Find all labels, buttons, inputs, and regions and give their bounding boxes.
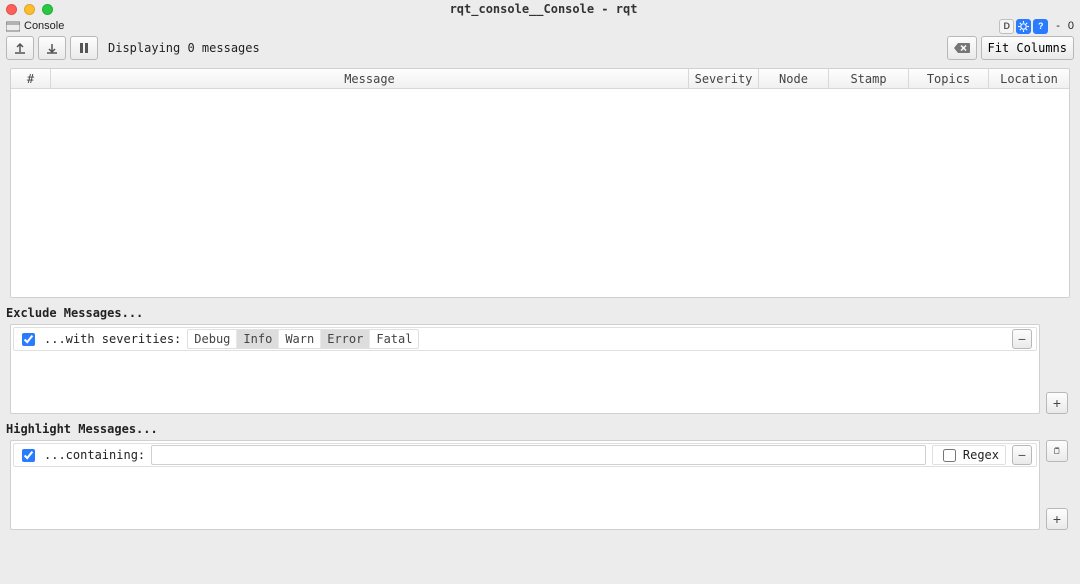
dock-count: 0: [1068, 20, 1074, 32]
severity-chip-group: Debug Info Warn Error Fatal: [187, 329, 419, 349]
message-table: # Message Severity Node Stamp Topics Loc…: [10, 68, 1070, 298]
highlight-containing-label: ...containing:: [44, 448, 145, 462]
pause-button[interactable]: [70, 36, 98, 60]
zoom-window-button[interactable]: [42, 4, 53, 15]
window-title: rqt_console__Console - rqt: [53, 2, 1034, 16]
col-number[interactable]: #: [11, 69, 51, 88]
pause-icon: [78, 42, 90, 54]
console-icon: [6, 19, 20, 33]
exclude-add-button[interactable]: +: [1046, 392, 1068, 414]
toolbar: Displaying 0 messages Fit Columns: [0, 34, 1080, 62]
highlight-containing-row: ...containing: Regex −: [13, 443, 1037, 467]
highlight-panel: ...containing: Regex − +: [10, 440, 1070, 530]
highlight-copy-button[interactable]: [1046, 440, 1068, 462]
exclude-filter-list: ...with severities: Debug Info Warn Erro…: [10, 324, 1040, 414]
dock-header: Console D ? - 0: [0, 18, 1080, 34]
table-body[interactable]: [11, 89, 1069, 297]
dock-title: Console: [24, 20, 64, 32]
table-header: # Message Severity Node Stamp Topics Loc…: [11, 69, 1069, 89]
highlight-section-label: Highlight Messages...: [0, 414, 1080, 440]
severity-chip-warn[interactable]: Warn: [279, 330, 321, 348]
col-message[interactable]: Message: [51, 69, 689, 88]
col-location[interactable]: Location: [989, 69, 1069, 88]
gear-icon: [1018, 21, 1029, 32]
minimize-window-button[interactable]: [24, 4, 35, 15]
col-severity[interactable]: Severity: [689, 69, 759, 88]
exclude-panel: ...with severities: Debug Info Warn Erro…: [10, 324, 1070, 414]
highlight-side-buttons: +: [1044, 440, 1070, 530]
severity-chip-debug[interactable]: Debug: [188, 330, 237, 348]
exclude-severity-label: ...with severities:: [44, 332, 181, 346]
severity-chip-info[interactable]: Info: [237, 330, 279, 348]
highlight-filter-list: ...containing: Regex −: [10, 440, 1040, 530]
exclude-severity-remove-button[interactable]: −: [1012, 329, 1032, 349]
titlebar: rqt_console__Console - rqt: [0, 0, 1080, 18]
copy-icon: [1053, 445, 1061, 457]
highlight-add-button[interactable]: +: [1046, 508, 1068, 530]
status-text: Displaying 0 messages: [108, 41, 260, 55]
clear-button[interactable]: [947, 36, 977, 60]
col-node[interactable]: Node: [759, 69, 829, 88]
close-window-button[interactable]: [6, 4, 17, 15]
severity-chip-error[interactable]: Error: [321, 330, 370, 348]
highlight-text-input[interactable]: [151, 445, 926, 465]
highlight-regex-wrap[interactable]: Regex: [932, 445, 1006, 465]
dock-settings-button[interactable]: [1016, 19, 1031, 34]
highlight-enable-checkbox[interactable]: [22, 449, 35, 462]
save-button[interactable]: [38, 36, 66, 60]
upload-icon: [13, 41, 27, 55]
col-stamp[interactable]: Stamp: [829, 69, 909, 88]
exclude-severity-enable-checkbox[interactable]: [22, 333, 35, 346]
exclude-section-label: Exclude Messages...: [0, 298, 1080, 324]
severity-chip-fatal[interactable]: Fatal: [370, 330, 418, 348]
dock-minimize-label: -: [1056, 20, 1060, 32]
download-icon: [45, 41, 59, 55]
highlight-regex-checkbox[interactable]: [943, 449, 956, 462]
clear-icon: [954, 42, 970, 54]
exclude-side-buttons: +: [1044, 324, 1070, 414]
window-controls: [6, 4, 53, 15]
dock-help-button[interactable]: ?: [1033, 19, 1048, 34]
fit-columns-button[interactable]: Fit Columns: [981, 36, 1074, 60]
exclude-severity-row: ...with severities: Debug Info Warn Erro…: [13, 327, 1037, 351]
load-button[interactable]: [6, 36, 34, 60]
col-topics[interactable]: Topics: [909, 69, 989, 88]
highlight-remove-button[interactable]: −: [1012, 445, 1032, 465]
dock-d-button[interactable]: D: [999, 19, 1014, 34]
highlight-regex-label: Regex: [963, 448, 999, 462]
